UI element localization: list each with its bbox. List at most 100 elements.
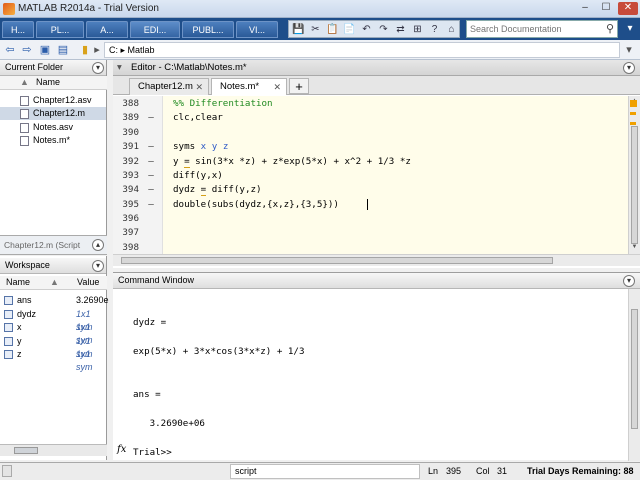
breakpoint-marker[interactable]: – (146, 111, 156, 125)
variable-name: z (17, 349, 22, 359)
tab-view[interactable]: VI... (236, 21, 278, 38)
file-item-selected[interactable]: Chapter12.m (0, 107, 106, 120)
expand-details-icon[interactable]: ▴ (92, 239, 104, 251)
command-prompt[interactable]: Trial>> (133, 446, 172, 460)
analyzer-status-icon[interactable] (630, 100, 637, 107)
workspace-horizontal-scrollbar[interactable] (0, 444, 107, 456)
breakpoint-marker[interactable]: – (146, 155, 156, 169)
file-item[interactable]: Notes.m* (0, 134, 106, 147)
search-icon[interactable]: ⚲ (606, 22, 614, 35)
close-button[interactable]: ✕ (618, 2, 638, 15)
name-column-header[interactable]: Name (6, 276, 30, 289)
variable-name: dydz (17, 309, 37, 319)
analyzer-marker[interactable] (630, 122, 636, 125)
scroll-down-icon[interactable]: ▼ (630, 243, 639, 252)
search-input[interactable] (467, 21, 597, 37)
variable-name: x (17, 322, 22, 332)
workspace-panel: Workspace ▾ Name ▲ Value ans 3.2690e dyd… (0, 256, 109, 460)
cut-icon[interactable]: ✂ (309, 23, 322, 36)
variable-name: ans (17, 295, 32, 305)
help-icon[interactable]: ? (428, 23, 441, 36)
tab-notes[interactable]: Notes.m* ✕ (211, 78, 287, 95)
file-item[interactable]: Chapter12.asv (0, 94, 106, 107)
up-folder-icon[interactable]: ▣ (38, 43, 52, 57)
command-output[interactable]: dydz = exp(5*x) + 3*x*cos(3*x*z) + 1/3 a… (113, 289, 628, 461)
paste-icon[interactable]: 📄 (343, 23, 356, 36)
community-icon[interactable]: ⌂ (445, 23, 458, 36)
tab-plots[interactable]: PL... (36, 21, 84, 38)
path-dropdown-icon[interactable]: ▾ (622, 43, 636, 57)
tab-chapter12[interactable]: Chapter12.m ✕ (129, 78, 209, 95)
current-folder-title: Current Folder (0, 60, 106, 76)
scroll-thumb[interactable] (121, 257, 553, 264)
workspace-row[interactable]: y 1x1 sym (0, 335, 107, 359)
line-number: 391 (122, 141, 139, 152)
command-window: Command Window ▾ dydz = exp(5*x) + 3*x*c… (113, 272, 640, 461)
details-panel[interactable]: Chapter12.m (Script ▴ (0, 235, 107, 255)
symbolic-variable-icon (4, 323, 13, 332)
function-browser-icon[interactable]: fx (117, 444, 126, 455)
breakpoint-marker[interactable]: – (146, 198, 156, 212)
workspace-title: Workspace (0, 258, 106, 274)
redo-icon[interactable]: ↷ (377, 23, 390, 36)
minimize-button[interactable]: – (576, 2, 594, 15)
workspace-actions-icon[interactable]: ▾ (92, 260, 104, 272)
undo-icon[interactable]: ↶ (360, 23, 373, 36)
status-grip-icon (2, 465, 12, 477)
current-folder-path[interactable]: C: ▸ Matlab (104, 42, 620, 58)
line-number: 393 (122, 170, 139, 181)
collapse-ribbon-icon[interactable]: ▾ (622, 21, 638, 37)
value-column-header[interactable]: Value (77, 276, 99, 289)
collapse-editor-icon[interactable]: ▾ (117, 60, 122, 75)
command-vertical-scrollbar[interactable] (628, 289, 640, 461)
forward-arrow-icon[interactable]: ⇨ (20, 43, 34, 57)
tab-label: Chapter12.m (138, 81, 193, 92)
search-documentation: ⚲ (466, 20, 618, 38)
name-column-header[interactable]: Name (36, 76, 60, 89)
scroll-thumb[interactable] (631, 309, 638, 429)
analyzer-marker[interactable] (630, 112, 636, 115)
status-bar: script Ln 395 Col 31 Trial Days Remainin… (0, 462, 640, 480)
close-tab-icon[interactable]: ✕ (195, 79, 203, 95)
line-number: 390 (122, 127, 139, 138)
layout-icon[interactable]: ⊞ (411, 23, 424, 36)
command-window-title: Command Window (113, 273, 640, 289)
sort-arrow-icon: ▲ (20, 77, 29, 87)
tab-publish[interactable]: PUBL... (182, 21, 234, 38)
file-item[interactable]: Notes.asv (0, 121, 106, 134)
code-area[interactable]: 388 389 390 391 392 393 394 395 396 397 … (113, 96, 628, 254)
line-label: Ln (428, 466, 439, 476)
code-line: double(subs(dydz,{x,z},{3,5})) (173, 199, 339, 210)
matlab-logo-icon (3, 3, 15, 15)
sort-arrow-icon: ▲ (50, 277, 59, 287)
editor-vertical-scrollbar[interactable]: ▲ ▼ (628, 96, 640, 254)
current-folder-actions-icon[interactable]: ▾ (92, 62, 104, 74)
back-arrow-icon[interactable]: ⇦ (3, 43, 17, 57)
workspace-row[interactable]: dydz 1x1 sym (0, 308, 107, 332)
tab-editor[interactable]: EDI... (130, 21, 180, 38)
breakpoint-marker[interactable]: – (146, 183, 156, 197)
add-tab-button[interactable]: + (289, 78, 309, 94)
breakpoint-marker[interactable]: – (146, 169, 156, 183)
symbolic-variable-icon (4, 310, 13, 319)
breakpoint-marker[interactable]: – (146, 140, 156, 154)
scroll-thumb[interactable] (14, 447, 38, 454)
tab-apps[interactable]: A... (86, 21, 128, 38)
editor-actions-icon[interactable]: ▾ (623, 62, 635, 74)
workspace-row[interactable]: x 1x1 sym (0, 321, 107, 345)
close-tab-icon[interactable]: ✕ (273, 79, 281, 95)
save-icon[interactable]: 💾 (292, 23, 305, 36)
tab-home[interactable]: H... (2, 21, 34, 38)
switch-windows-icon[interactable]: ⇄ (394, 23, 407, 36)
copy-icon[interactable]: 📋 (326, 23, 339, 36)
maximize-button[interactable]: ☐ (597, 2, 615, 15)
workspace-row[interactable]: z 1x1 sym (0, 348, 107, 372)
current-folder-header[interactable]: ▲ Name (0, 76, 107, 90)
command-window-actions-icon[interactable]: ▾ (623, 275, 635, 287)
editor-horizontal-scrollbar[interactable] (113, 254, 640, 266)
code-line-syms: syms x y z (173, 141, 229, 152)
browse-folder-icon[interactable]: ▤ (56, 43, 70, 57)
line-number: 392 (122, 156, 139, 167)
scroll-thumb[interactable] (631, 126, 638, 244)
workspace-row[interactable]: ans 3.2690e (0, 294, 109, 308)
